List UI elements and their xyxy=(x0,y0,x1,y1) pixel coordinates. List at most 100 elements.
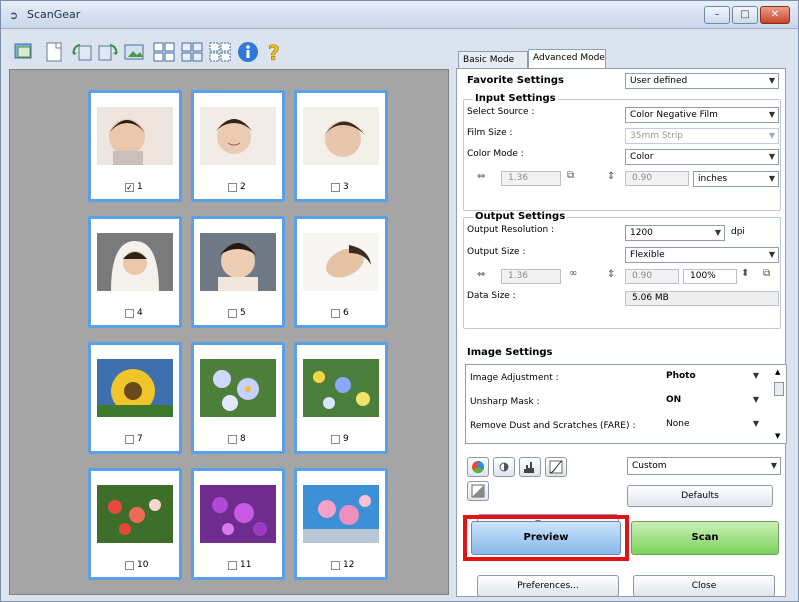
width-icon: ⇔ xyxy=(477,171,486,182)
thumbnail-checkbox[interactable] xyxy=(331,183,340,192)
thumbnail-frame[interactable]: 4 xyxy=(88,216,182,328)
whole-image-view-icon[interactable] xyxy=(41,39,67,65)
chevron-down-icon: ▼ xyxy=(752,371,759,380)
scroll-thumb[interactable] xyxy=(774,382,784,396)
tab-basic-mode[interactable]: Basic Mode xyxy=(458,51,528,69)
thumbnail-checkbox[interactable] xyxy=(331,435,340,444)
preferences-button[interactable]: Preferences... xyxy=(477,575,619,597)
output-height-field[interactable]: 0.90 xyxy=(625,269,679,284)
thumbnail-image xyxy=(303,359,379,417)
output-resolution-select[interactable]: 1200 ▼ xyxy=(625,225,725,241)
image-adjustment-label: Image Adjustment : xyxy=(470,373,559,383)
stepper-icon[interactable]: ⬍ xyxy=(741,268,749,279)
thumbnail-frame[interactable]: 3 xyxy=(294,90,388,202)
select-all-frames-icon[interactable] xyxy=(151,39,177,65)
saturation-button[interactable] xyxy=(467,457,489,477)
select-source-select[interactable]: Color Negative Film ▼ xyxy=(625,107,779,123)
thumbnail-checkbox[interactable] xyxy=(125,561,134,570)
swap-orientation-icon[interactable]: ⧉ xyxy=(763,268,770,279)
preview-button[interactable]: Preview xyxy=(471,521,621,555)
minimize-button[interactable]: – xyxy=(704,6,730,24)
units-select[interactable]: inches ▼ xyxy=(693,171,779,187)
data-size-value: 5.06 MB xyxy=(625,291,779,306)
clear-crop-icon[interactable] xyxy=(179,39,205,65)
image-adjustment-select[interactable]: Photo ▼ xyxy=(662,369,762,385)
color-mode-label: Color Mode : xyxy=(467,149,524,159)
brightness-button[interactable] xyxy=(493,457,515,477)
thumbnail-checkbox[interactable] xyxy=(125,309,134,318)
thumbnail-frame[interactable]: 7 xyxy=(88,342,182,454)
info-icon[interactable] xyxy=(235,39,261,65)
favorite-settings-select[interactable]: User defined ▼ xyxy=(625,73,779,89)
close-window-button[interactable]: ✕ xyxy=(760,6,790,24)
thumbnail-checkbox[interactable] xyxy=(125,435,134,444)
chevron-down-icon: ▼ xyxy=(768,110,775,119)
adjustment-preset-select[interactable]: Custom ▼ xyxy=(627,457,781,475)
final-review-button[interactable] xyxy=(467,481,489,501)
image-settings-scrollbar[interactable]: ▲ ▼ xyxy=(774,368,784,442)
favorite-settings-label: Favorite Settings xyxy=(467,75,564,86)
film-size-label: Film Size : xyxy=(467,128,513,138)
histogram-button[interactable] xyxy=(519,457,541,477)
aspect-ratio-icon[interactable]: ⧉ xyxy=(567,170,574,181)
close-button[interactable]: Close xyxy=(633,575,775,597)
thumbnail-number: 4 xyxy=(137,308,143,318)
output-size-select[interactable]: Flexible ▼ xyxy=(625,247,779,263)
rotate-right-icon[interactable] xyxy=(95,39,121,65)
scangear-logo-icon: ➲ xyxy=(9,9,19,22)
thumbnail-frame[interactable]: 9 xyxy=(294,342,388,454)
thumbnail-checkbox[interactable] xyxy=(228,435,237,444)
thumbnail-frame[interactable]: ✓ 1 xyxy=(88,90,182,202)
thumbnail-checkbox[interactable] xyxy=(331,561,340,570)
dpi-label: dpi xyxy=(731,227,745,237)
thumbnail-number: 5 xyxy=(240,308,246,318)
thumbnail-view-icon[interactable] xyxy=(11,39,37,65)
window-title: ScanGear xyxy=(27,8,81,21)
threshold-icon xyxy=(471,484,485,498)
thumbnail-frame[interactable]: 11 xyxy=(191,468,285,580)
tone-curve-button[interactable] xyxy=(545,457,567,477)
output-width-field[interactable]: 1.36 xyxy=(501,269,561,284)
remove-dust-label: Remove Dust and Scratches (FARE) : xyxy=(470,421,636,431)
input-width-field[interactable]: 1.36 xyxy=(501,171,561,186)
thumbnail-frame[interactable]: 5 xyxy=(191,216,285,328)
scroll-down-icon[interactable]: ▼ xyxy=(775,432,780,440)
auto-crop-icon[interactable] xyxy=(121,39,147,65)
thumbnail-checkbox[interactable] xyxy=(228,183,237,192)
unsharp-mask-select[interactable]: ON ▼ xyxy=(662,393,762,409)
help-icon[interactable]: ? xyxy=(261,39,287,65)
defaults-button[interactable]: Defaults xyxy=(627,485,773,507)
tab-advanced-mode[interactable]: Advanced Mode xyxy=(528,49,606,70)
multi-crop-icon[interactable] xyxy=(207,39,233,65)
thumbnail-number: 10 xyxy=(137,560,149,570)
remove-dust-select[interactable]: None ▼ xyxy=(662,417,762,433)
rotate-left-icon[interactable] xyxy=(69,39,95,65)
scroll-up-icon[interactable]: ▲ xyxy=(775,368,780,376)
chevron-down-icon: ▼ xyxy=(714,228,721,237)
scale-field[interactable]: 100% xyxy=(683,269,737,284)
thumbnail-frame[interactable]: 6 xyxy=(294,216,388,328)
thumbnail-number: 6 xyxy=(343,308,349,318)
thumbnail-frame[interactable]: 8 xyxy=(191,342,285,454)
histogram-icon xyxy=(524,462,534,473)
chevron-down-icon: ▼ xyxy=(768,131,775,140)
thumbnail-image xyxy=(97,233,173,291)
thumbnail-checkbox[interactable] xyxy=(331,309,340,318)
thumbnail-checkbox[interactable] xyxy=(228,561,237,570)
thumbnail-checkbox[interactable] xyxy=(228,309,237,318)
link-icon[interactable]: ∞ xyxy=(569,268,577,279)
thumbnail-number: 3 xyxy=(343,182,349,192)
maximize-button[interactable]: □ xyxy=(732,6,758,24)
scan-button[interactable]: Scan xyxy=(631,521,779,555)
thumbnail-frame[interactable]: 12 xyxy=(294,468,388,580)
color-mode-select[interactable]: Color ▼ xyxy=(625,149,779,165)
thumbnail-frame[interactable]: 10 xyxy=(88,468,182,580)
thumbnail-checkbox[interactable]: ✓ xyxy=(125,183,134,192)
image-settings-header: Image Settings xyxy=(467,347,553,358)
input-height-field[interactable]: 0.90 xyxy=(625,171,689,186)
thumbnail-frame[interactable]: 2 xyxy=(191,90,285,202)
chevron-down-icon: ▼ xyxy=(768,76,775,85)
thumbnail-area: ✓ 1 2 3 4 5 6 7 8 9 10 11 12 xyxy=(9,69,449,595)
output-resolution-label: Output Resolution : xyxy=(467,225,555,235)
film-size-select[interactable]: 35mm Strip ▼ xyxy=(625,128,779,144)
